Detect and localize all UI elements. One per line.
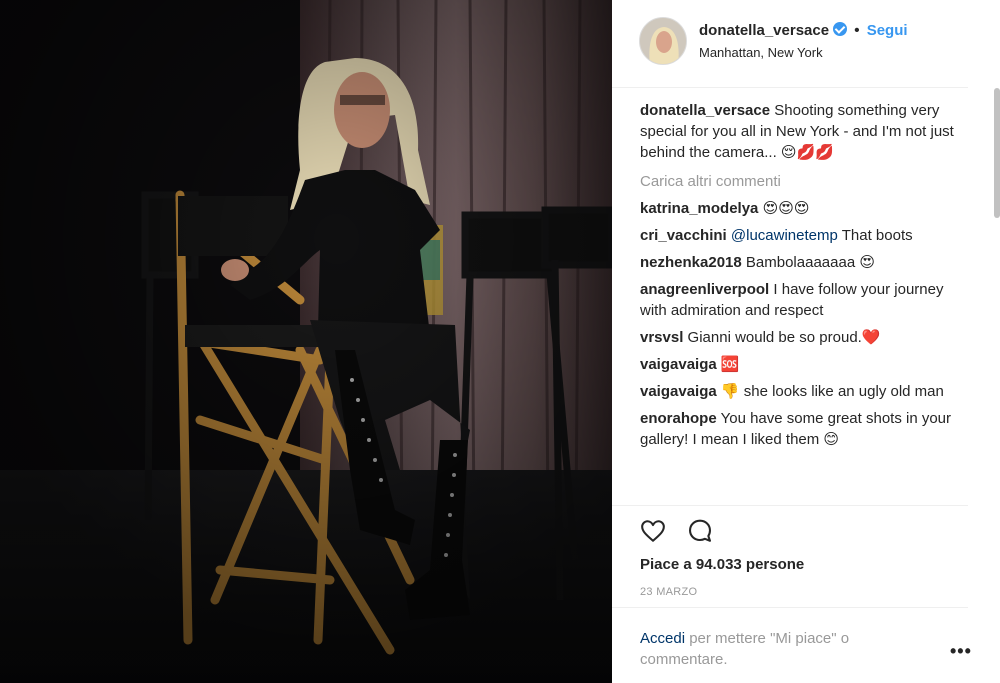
list-item: anagreenliverpool I have follow your jou…	[640, 279, 964, 321]
login-link[interactable]: Accedi	[640, 630, 685, 647]
post-photo	[0, 0, 612, 683]
header-username[interactable]: donatella_versace	[699, 22, 829, 39]
login-footer: Accedi per mettere "Mi piace" o commenta…	[612, 607, 971, 683]
list-item: cri_vacchini @lucawinetemp That boots	[640, 225, 964, 246]
separator-dot: •	[854, 22, 860, 39]
list-item: enorahope You have some great shots in y…	[640, 408, 964, 450]
list-item: katrina_modelya 😍😍😍	[640, 198, 964, 219]
login-prompt: Accedi per mettere "Mi piace" o commenta…	[640, 628, 900, 670]
post-side-panel: donatella_versace • Segui Manhattan, New…	[612, 0, 1000, 683]
comment-username[interactable]: vaigavaiga	[640, 356, 717, 373]
list-item: vaigavaiga 🆘	[640, 354, 964, 375]
verified-badge-icon	[833, 22, 848, 36]
caption: donatella_versace Shooting something ver…	[640, 100, 964, 163]
comment-text: Gianni would be so proud.❤️	[687, 329, 881, 346]
comment-username[interactable]: katrina_modelya	[640, 200, 758, 217]
comment-username[interactable]: anagreenliverpool	[640, 281, 769, 298]
comment-text: 😍😍😍	[762, 199, 810, 217]
comment-text: 👎 she looks like an ugly old man	[720, 383, 944, 400]
more-options-button[interactable]: •••	[950, 642, 972, 660]
comment-username[interactable]: vrsvsl	[640, 329, 683, 346]
load-more-comments-button[interactable]: Carica altri commenti	[640, 171, 964, 192]
avatar-image	[640, 18, 686, 64]
likes-count[interactable]: Piace a 94.033 persone	[640, 556, 804, 573]
post-photo-illustration	[0, 0, 612, 683]
list-item: nezhenka2018 Bambolaaaaaaa 😍	[640, 252, 964, 273]
post-actions: Piace a 94.033 persone 23 MARZO	[612, 505, 968, 607]
comment-username[interactable]: nezhenka2018	[640, 254, 742, 271]
location-link[interactable]: Manhattan, New York	[699, 45, 823, 60]
comment-username[interactable]: enorahope	[640, 410, 717, 427]
comment-bubble-icon[interactable]	[687, 518, 713, 544]
list-item: vaigavaiga 👎 she looks like an ugly old …	[640, 381, 964, 402]
comment-username[interactable]: cri_vacchini	[640, 227, 727, 244]
list-item: vrsvsl Gianni would be so proud.❤️	[640, 327, 964, 348]
post-header: donatella_versace • Segui Manhattan, New…	[612, 0, 968, 88]
post-date: 23 MARZO	[640, 586, 698, 598]
heart-icon[interactable]	[640, 518, 666, 544]
comment-text: 🆘	[720, 355, 740, 373]
header-username-line: donatella_versace • Segui	[699, 22, 908, 39]
comment-text: Bambolaaaaaaa 😍	[745, 254, 875, 271]
comment-mention[interactable]: @lucawinetemp	[731, 227, 838, 244]
follow-button[interactable]: Segui	[867, 22, 908, 39]
avatar[interactable]	[639, 17, 687, 65]
comments-scrollbar[interactable]	[994, 88, 1000, 218]
comments-list: donatella_versace Shooting something ver…	[640, 100, 964, 456]
caption-username[interactable]: donatella_versace	[640, 102, 770, 119]
comment-text: That boots	[841, 227, 913, 244]
comment-username[interactable]: vaigavaiga	[640, 383, 717, 400]
